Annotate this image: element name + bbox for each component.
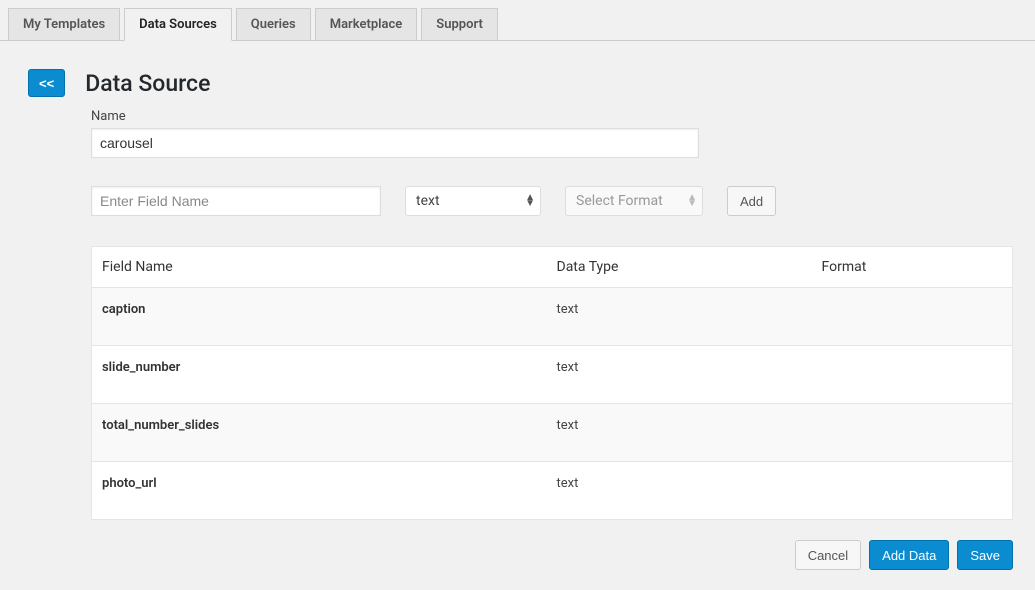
cell-field-name: slide_number — [92, 346, 547, 404]
tab-my-templates[interactable]: My Templates — [8, 8, 120, 40]
col-field-name: Field Name — [92, 247, 547, 288]
tab-queries[interactable]: Queries — [236, 8, 311, 40]
cell-field-name: photo_url — [92, 462, 547, 520]
back-button[interactable]: << — [28, 69, 65, 97]
chevron-updown-icon: ▲▼ — [525, 195, 535, 207]
col-data-type: Data Type — [547, 247, 812, 288]
cell-format — [812, 288, 1013, 346]
tab-data-sources[interactable]: Data Sources — [124, 8, 232, 41]
tab-bar: My Templates Data Sources Queries Market… — [0, 0, 1035, 41]
tab-marketplace[interactable]: Marketplace — [315, 8, 418, 40]
data-type-select[interactable]: text ▲▼ — [405, 186, 541, 216]
name-input[interactable] — [91, 128, 699, 158]
footer-actions: Cancel Add Data Save — [91, 540, 1013, 570]
cell-format — [812, 404, 1013, 462]
data-type-select-value: text — [416, 191, 440, 211]
cell-format — [812, 462, 1013, 520]
cell-field-name: total_number_slides — [92, 404, 547, 462]
cell-data-type: text — [547, 462, 812, 520]
cell-data-type: text — [547, 288, 812, 346]
chevron-updown-icon: ▲▼ — [687, 195, 697, 207]
cancel-button[interactable]: Cancel — [795, 540, 861, 570]
add-field-button[interactable]: Add — [727, 186, 776, 216]
save-button[interactable]: Save — [957, 540, 1013, 570]
col-format: Format — [812, 247, 1013, 288]
cell-format — [812, 346, 1013, 404]
format-select[interactable]: Select Format ▲▼ — [565, 186, 703, 216]
tab-support[interactable]: Support — [421, 8, 498, 40]
table-row: caption text — [92, 288, 1013, 346]
table-row: slide_number text — [92, 346, 1013, 404]
table-row: photo_url text — [92, 462, 1013, 520]
cell-field-name: caption — [92, 288, 547, 346]
cell-data-type: text — [547, 404, 812, 462]
table-row: total_number_slides text — [92, 404, 1013, 462]
add-data-button[interactable]: Add Data — [869, 540, 949, 570]
name-label: Name — [91, 109, 1015, 124]
fields-table: Field Name Data Type Format caption text… — [91, 246, 1013, 520]
cell-data-type: text — [547, 346, 812, 404]
page-title: Data Source — [85, 70, 210, 97]
format-select-value: Select Format — [576, 191, 663, 211]
field-name-input[interactable] — [91, 186, 381, 216]
